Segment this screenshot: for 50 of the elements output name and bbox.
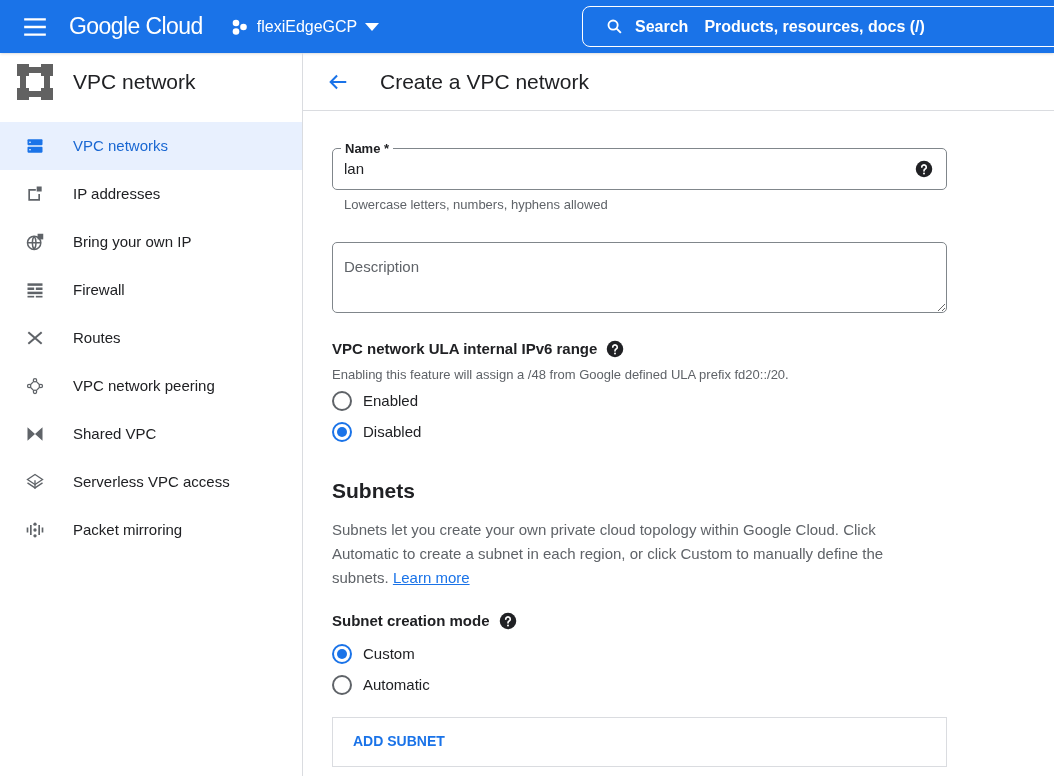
caret-icon: [365, 22, 380, 31]
sidebar-item[interactable]: Bring your own IP: [0, 218, 302, 266]
radio-label: Disabled: [363, 421, 422, 442]
subnets-heading: Subnets: [332, 477, 416, 504]
sidebar-item[interactable]: Serverless VPC access: [0, 458, 302, 506]
network-logo-icon: [17, 64, 53, 100]
servers-icon: [25, 136, 45, 156]
page-title: Create a VPC network: [380, 68, 589, 95]
search-field[interactable]: Search Products, resources, docs (/): [582, 6, 1054, 47]
radio-button[interactable]: [332, 422, 352, 442]
sidebar-item[interactable]: Shared VPC: [0, 410, 302, 458]
field-hint: Lowercase letters, numbers, hyphens allowed: [343, 196, 609, 214]
subnets-description: Subnets let you create your own private cloud topology within Google Cloud. Click Automatic to create a subnet in each region, or click Custom to manually define the subnets. Learn more: [332, 520, 885, 588]
bowtie-icon: [25, 424, 45, 444]
nodes-icon: [25, 376, 45, 396]
cube-icon: [25, 472, 45, 492]
sidebar-title: VPC network: [73, 69, 196, 96]
sidebar-item[interactable]: VPC network peering: [0, 362, 302, 410]
search-icon: [606, 18, 623, 35]
brand-logo[interactable]: Google Cloud: [69, 9, 203, 44]
radio-button[interactable]: [332, 391, 352, 411]
project-selector[interactable]: flexiEdgeGCP: [230, 14, 380, 39]
wall-icon: [25, 280, 45, 300]
help-icon[interactable]: [915, 160, 933, 178]
search-label: Search: [635, 16, 689, 37]
globe-icon: [25, 232, 45, 252]
help-icon[interactable]: [606, 339, 625, 358]
learn-more-link[interactable]: Learn more: [392, 569, 470, 586]
radio-button[interactable]: [332, 675, 352, 695]
mode-heading: Subnet creation mode: [332, 611, 490, 631]
menu-icon[interactable]: [22, 15, 48, 38]
bars-icon: [25, 520, 45, 540]
radio-button[interactable]: [332, 644, 352, 664]
hexagons-icon: [230, 17, 249, 36]
section-heading: VPC network ULA internal IPv6 range: [332, 338, 598, 359]
square-icon: [25, 184, 45, 204]
add-subnet-button[interactable]: ADD SUBNET: [353, 731, 445, 752]
field-value: lan: [344, 158, 366, 179]
radio-label: Custom: [363, 643, 415, 664]
sidebar-item[interactable]: VPC networks: [0, 122, 302, 170]
sidebar-item[interactable]: IP addresses: [0, 170, 302, 218]
help-icon[interactable]: [498, 612, 517, 631]
sidebar-item[interactable]: Firewall: [0, 266, 302, 314]
section-description: Enabling this feature will assign a /48 from Google defined ULA prefix fd20::/20.: [332, 366, 790, 384]
sidebar-item[interactable]: Packet mirroring: [0, 506, 302, 554]
description-field[interactable]: Description: [332, 241, 947, 313]
sidebar-item[interactable]: Routes: [0, 314, 302, 362]
radio-label: Enabled: [363, 390, 419, 411]
search-placeholder: Products, resources, docs (/): [704, 16, 925, 37]
radio-label: Automatic: [363, 674, 430, 695]
